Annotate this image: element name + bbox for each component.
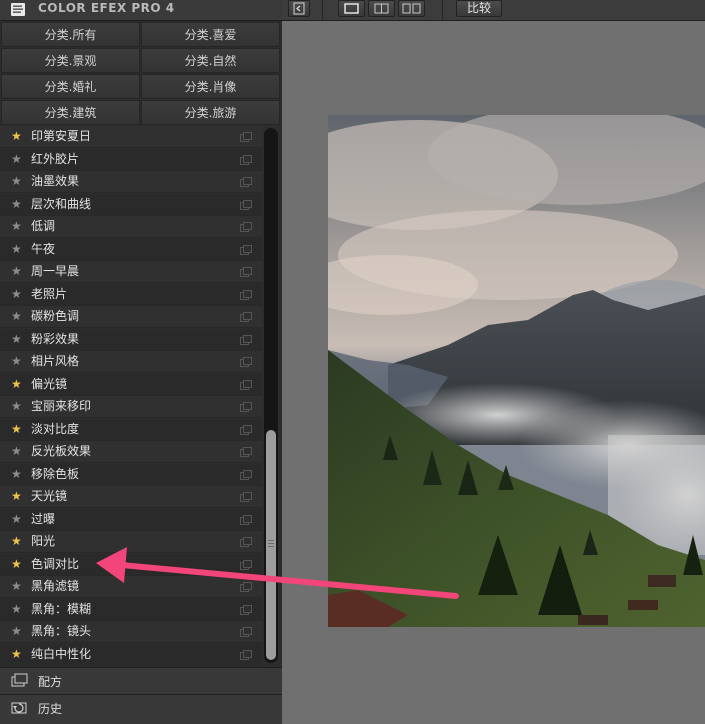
arrow-head-icon bbox=[96, 547, 127, 583]
annotation-arrow bbox=[96, 547, 459, 599]
color-efex-window: COLOR EFEX PRO 4 分类.所有 分类.喜爱 分类.景观 分类.自然… bbox=[0, 0, 705, 724]
